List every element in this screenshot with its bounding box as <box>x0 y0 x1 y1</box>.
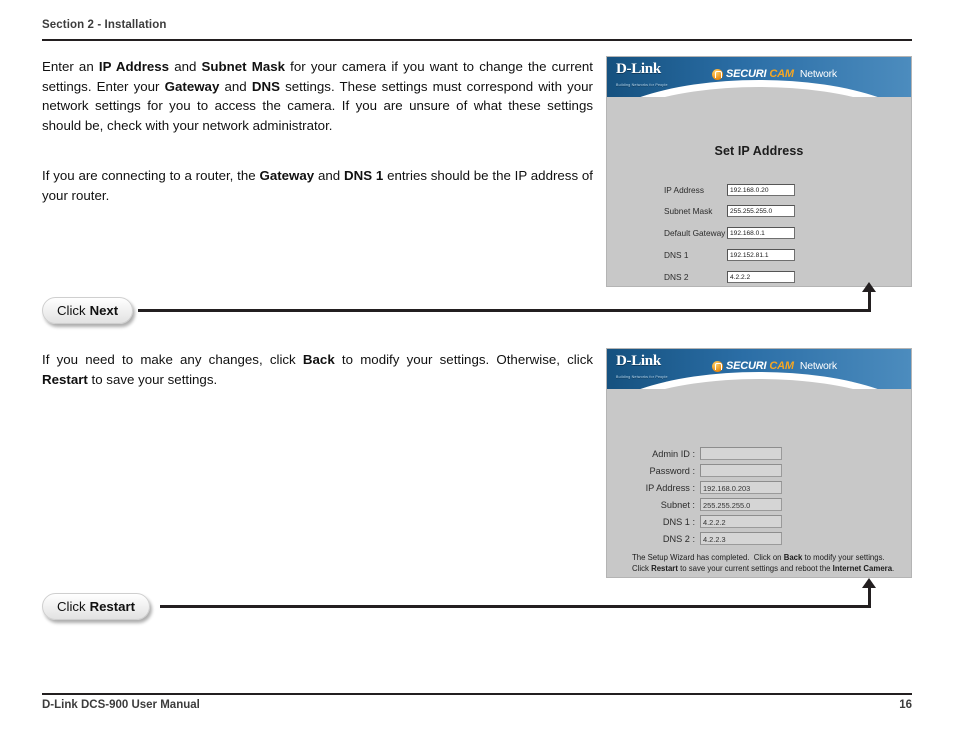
field-label-dns2-2: DNS 2 : <box>662 533 695 544</box>
dlink-tagline-1: Building Networks for People <box>616 83 668 87</box>
callout-prefix: Click <box>57 303 86 318</box>
footer-page-number: 16 <box>899 699 912 711</box>
page-section-header: Section 2 - Installation <box>42 19 167 31</box>
field-input-ip-address-2[interactable]: 192.168.0.203 <box>700 481 782 494</box>
field-input-ip-address[interactable]: 192.168.0.20 <box>727 184 795 196</box>
field-input-dns2-2[interactable]: 4.2.2.3 <box>700 532 782 545</box>
securicam-banner-2: SECURI CAM Network <box>712 360 837 372</box>
callout-target: Next <box>89 303 119 318</box>
field-row-ip-address-2: IP Address : 192.168.0.203 <box>632 481 782 494</box>
securicam-securi-text-2: SECURI <box>726 360 767 372</box>
field-label-subnet-mask: Subnet Mask <box>664 206 713 216</box>
field-input-default-gateway[interactable]: 192.168.0.1 <box>727 227 795 239</box>
dlink-tagline-2: Building Networks for People <box>616 375 668 379</box>
dlink-logo-1: D-Link Building Networks for People <box>616 62 668 93</box>
paragraph-restart-note: If you need to make any changes, click B… <box>42 352 593 387</box>
securicam-shield-icon-2 <box>712 360 723 372</box>
field-label-ip-address-2: IP Address : <box>645 482 695 493</box>
wizard-screenshot-setup-complete: D-Link Building Networks for People SECU… <box>606 348 912 578</box>
wizard-body-2: Admin ID : Password : IP Address : 192.1… <box>607 389 911 577</box>
field-row-subnet-mask: Subnet Mask 255.255.255.0 <box>664 205 795 217</box>
callout-arrow-next <box>862 282 876 292</box>
paragraph-ip-settings: Enter an IP Address and Subnet Mask for … <box>42 59 594 133</box>
field-label-ip-address: IP Address <box>664 185 704 195</box>
footer-divider <box>42 693 912 695</box>
callout-click-next: Click Next <box>42 297 134 324</box>
field-label-dns2: DNS 2 <box>664 272 689 282</box>
field-row-subnet-2: Subnet : 255.255.255.0 <box>632 498 782 511</box>
field-row-admin-id: Admin ID : <box>632 447 782 460</box>
field-label-admin-id: Admin ID : <box>652 448 695 459</box>
wizard-screenshot-set-ip-address: D-Link Building Networks for People SECU… <box>606 56 912 287</box>
field-row-dns2: DNS 2 4.2.2.2 <box>664 271 795 283</box>
callout-leader-line-restart <box>160 605 871 608</box>
callout-prefix-2: Click <box>57 599 86 614</box>
header-divider <box>42 39 912 41</box>
dlink-wordmark-2: D-Link <box>616 353 661 369</box>
dlink-logo-2: D-Link Building Networks for People <box>616 354 668 385</box>
wizard-header-banner-2: D-Link Building Networks for People SECU… <box>607 349 911 389</box>
field-input-subnet-mask[interactable]: 255.255.255.0 <box>727 205 795 217</box>
securicam-cam-text-2: CAM <box>769 360 794 372</box>
callout-leader-riser-next <box>868 291 871 311</box>
field-row-dns1-2: DNS 1 : 4.2.2.2 <box>632 515 782 528</box>
securicam-cam-text-1: CAM <box>769 68 794 80</box>
field-row-password: Password : <box>632 464 782 477</box>
manual-page: Section 2 - Installation Enter an IP Add… <box>0 0 954 738</box>
wizard-header-banner-1: D-Link Building Networks for People SECU… <box>607 57 911 97</box>
footer-manual-title: D-Link DCS-900 User Manual <box>42 699 200 711</box>
wizard-completion-note: The Setup Wizard has completed. Click on… <box>632 553 895 574</box>
field-input-password[interactable] <box>700 464 782 477</box>
field-row-dns1: DNS 1 192.152.81.1 <box>664 249 795 261</box>
field-input-dns1-2[interactable]: 4.2.2.2 <box>700 515 782 528</box>
field-row-ip-address: IP Address 192.168.0.20 <box>664 184 795 196</box>
field-input-subnet-2[interactable]: 255.255.255.0 <box>700 498 782 511</box>
field-input-admin-id[interactable] <box>700 447 782 460</box>
callout-leader-riser-restart <box>868 587 871 607</box>
wizard-title-1: Set IP Address <box>714 144 804 158</box>
callout-arrow-restart <box>862 578 876 588</box>
securicam-securi-text-1: SECURI <box>726 68 767 80</box>
callout-leader-line-next <box>138 309 871 312</box>
securicam-banner-1: SECURI CAM Network <box>712 68 837 80</box>
field-label-default-gateway: Default Gateway <box>664 228 726 238</box>
securicam-network-text-2: Network <box>799 360 837 372</box>
dlink-wordmark-1: D-Link <box>616 61 661 77</box>
field-input-dns2[interactable]: 4.2.2.2 <box>727 271 795 283</box>
securicam-network-text-1: Network <box>799 68 837 80</box>
callout-click-restart: Click Restart <box>42 593 151 620</box>
wizard-body-1: Set IP Address IP Address 192.168.0.20 S… <box>607 97 911 286</box>
field-row-dns2-2: DNS 2 : 4.2.2.3 <box>632 532 782 545</box>
field-label-password: Password : <box>649 465 695 476</box>
field-label-subnet-2: Subnet : <box>660 499 695 510</box>
securicam-shield-icon-1 <box>712 68 723 80</box>
paragraph-router-note: If you are connecting to a router, the G… <box>42 168 593 203</box>
field-label-dns1: DNS 1 <box>664 250 689 260</box>
field-label-dns1-2: DNS 1 : <box>662 516 695 527</box>
field-input-dns1[interactable]: 192.152.81.1 <box>727 249 795 261</box>
field-row-default-gateway: Default Gateway 192.168.0.1 <box>664 227 795 239</box>
callout-target-2: Restart <box>89 599 136 614</box>
